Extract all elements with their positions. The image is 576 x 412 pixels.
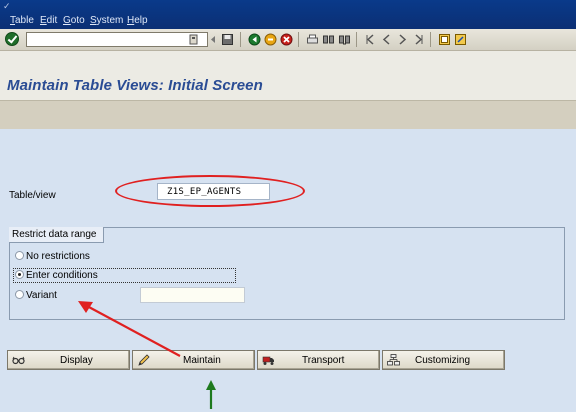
pencil-icon (138, 354, 150, 366)
new-session-icon[interactable] (438, 33, 451, 46)
prev-page-icon[interactable] (380, 33, 393, 46)
menu-goto[interactable]: Goto (63, 15, 85, 27)
last-page-icon[interactable] (412, 33, 425, 46)
radio-enter-conditions[interactable]: Enter conditions (15, 269, 98, 283)
menu-table[interactable]: Table (10, 15, 34, 27)
radio-icon[interactable] (15, 251, 24, 260)
highlight-ellipse (115, 175, 305, 207)
back-nav-icon[interactable] (207, 33, 220, 46)
next-page-icon[interactable] (396, 33, 409, 46)
sap-logo-icon: ✓ (3, 1, 11, 11)
maintain-button[interactable]: Maintain (132, 350, 255, 370)
save-icon[interactable] (221, 33, 234, 46)
exit-icon[interactable] (264, 33, 277, 46)
customizing-button[interactable]: Customizing (382, 350, 505, 370)
glasses-icon (12, 356, 25, 365)
find-icon[interactable] (322, 33, 335, 46)
menu-help[interactable]: Help (127, 15, 148, 27)
radio-selected-icon[interactable] (15, 270, 24, 279)
standard-toolbar (0, 29, 576, 51)
print-icon[interactable] (306, 33, 319, 46)
table-view-label: Table/view (9, 190, 56, 201)
display-label: Display (60, 355, 93, 366)
group-title: Restrict data range (9, 227, 104, 243)
radio-label: Enter conditions (26, 270, 98, 281)
truck-icon (262, 356, 274, 365)
command-field[interactable] (26, 32, 208, 47)
cancel-icon[interactable] (280, 33, 293, 46)
variant-input[interactable] (140, 287, 245, 303)
radio-no-restrictions[interactable]: No restrictions (15, 250, 90, 264)
page-title: Maintain Table Views: Initial Screen (7, 77, 263, 94)
radio-label: Variant (26, 290, 57, 301)
radio-label: No restrictions (26, 251, 90, 262)
customizing-label: Customizing (415, 355, 471, 366)
menu-system[interactable]: System (90, 15, 123, 27)
find-next-icon[interactable] (338, 33, 351, 46)
display-button[interactable]: Display (7, 350, 130, 370)
enter-icon[interactable] (5, 32, 19, 46)
transport-button[interactable]: Transport (257, 350, 380, 370)
back-icon[interactable] (248, 33, 261, 46)
shortcut-icon[interactable] (454, 33, 467, 46)
hierarchy-icon (387, 354, 400, 366)
radio-variant[interactable]: Variant (15, 289, 57, 303)
first-page-icon[interactable] (364, 33, 377, 46)
radio-icon[interactable] (15, 290, 24, 299)
transport-label: Transport (302, 355, 345, 366)
history-icon[interactable] (187, 33, 200, 46)
application-toolbar (0, 100, 576, 129)
maintain-label: Maintain (183, 355, 221, 366)
menu-bar: ✓ Table Edit Goto System Help (0, 0, 576, 29)
menu-edit[interactable]: Edit (40, 15, 57, 27)
